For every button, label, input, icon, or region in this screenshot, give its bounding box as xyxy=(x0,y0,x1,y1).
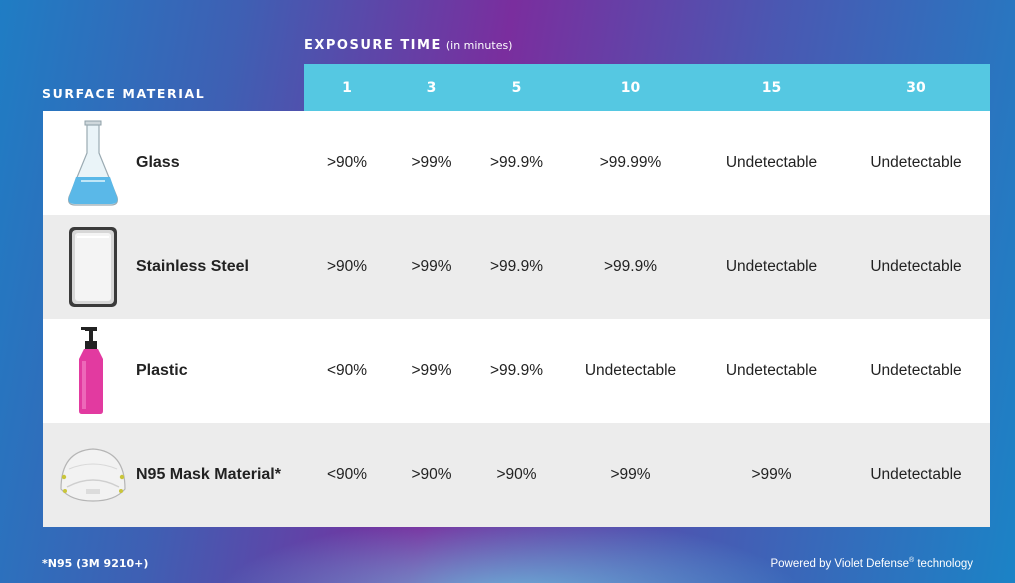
value-cell: >90% xyxy=(326,154,368,171)
value-cell: >99% xyxy=(610,466,651,483)
footnote: *N95 (3M 9210+) xyxy=(42,557,149,570)
column-header-5: 5 xyxy=(511,79,522,96)
column-header-30: 30 xyxy=(906,79,926,96)
table-row-plastic: Plastic <90% >99% >99.9% Undetectable Un… xyxy=(43,319,990,423)
value-cell: >99.99% xyxy=(599,154,662,171)
powered-by-credit: Powered by Violet Defense® technology xyxy=(770,557,973,570)
powered-by-text: Powered by Violet Defense xyxy=(770,557,909,570)
value-cell: <90% xyxy=(326,362,368,379)
column-header-15: 15 xyxy=(761,79,782,96)
flask-icon xyxy=(55,117,131,209)
value-cell: Undetectable xyxy=(870,362,962,379)
pump-bottle-icon xyxy=(55,325,131,417)
column-header-1: 1 xyxy=(342,79,352,96)
value-cell: <90% xyxy=(326,466,368,483)
value-cell: Undetectable xyxy=(870,258,962,275)
exposure-time-columns: 1 3 5 10 15 30 xyxy=(304,64,990,111)
powered-by-suffix: technology xyxy=(914,557,973,570)
value-cell: >90% xyxy=(326,258,368,275)
column-header-10: 10 xyxy=(620,79,641,96)
material-name: Plastic xyxy=(136,362,188,379)
value-cell: Undetectable xyxy=(725,362,818,379)
table-row-n95-mask: N95 Mask Material* <90% >90% >90% >99% >… xyxy=(43,423,990,527)
value-cell: Undetectable xyxy=(584,362,677,379)
column-header-3: 3 xyxy=(426,79,437,96)
value-cell: >99.9% xyxy=(489,362,543,379)
exposure-time-title: EXPOSURE TIME xyxy=(304,38,442,53)
value-cell: Undetectable xyxy=(870,154,962,171)
material-name: Glass xyxy=(136,154,180,171)
surface-material-heading: SURFACE MATERIAL xyxy=(42,86,206,101)
value-cell: Undetectable xyxy=(870,466,962,483)
value-cell: >90% xyxy=(496,466,537,483)
table-row-stainless-steel: Stainless Steel >90% >99% >99.9% >99.9% … xyxy=(43,215,990,319)
exposure-time-heading: EXPOSURE TIME (in minutes) xyxy=(304,38,512,53)
table-row-glass: Glass >90% >99% >99.9% >99.99% Undetecta… xyxy=(43,111,990,215)
value-cell: Undetectable xyxy=(725,154,818,171)
steel-tray-icon xyxy=(55,221,131,313)
value-cell: >99% xyxy=(751,466,792,483)
value-cell: >99% xyxy=(411,154,452,171)
material-name: Stainless Steel xyxy=(136,258,249,275)
exposure-time-unit: (in minutes) xyxy=(445,39,513,52)
value-cell: >99% xyxy=(411,258,452,275)
n95-mask-icon xyxy=(55,429,131,521)
value-cell: >90% xyxy=(411,466,452,483)
value-cell: >99.9% xyxy=(489,154,543,171)
value-cell: Undetectable xyxy=(725,258,818,275)
material-name: N95 Mask Material* xyxy=(136,466,281,483)
results-table: Glass >90% >99% >99.9% >99.99% Undetecta… xyxy=(43,111,990,527)
value-cell: >99.9% xyxy=(603,258,657,275)
value-cell: >99.9% xyxy=(489,258,543,275)
value-cell: >99% xyxy=(411,362,452,379)
